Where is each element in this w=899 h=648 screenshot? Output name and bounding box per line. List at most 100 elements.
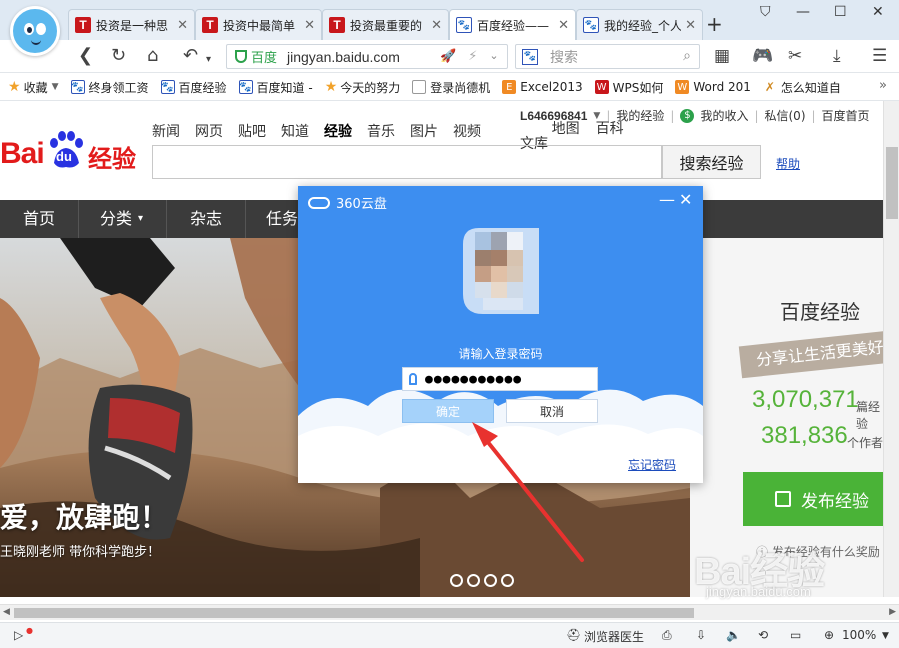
carousel-dot[interactable] (501, 574, 514, 587)
chevron-down-icon[interactable]: ⌄ (489, 49, 498, 64)
game-icon[interactable]: 🎮 (752, 46, 773, 66)
nav-link-baike[interactable]: 百科 (596, 122, 624, 137)
logo-bai-text: Bai (0, 137, 45, 170)
paw-icon: 🐾 (160, 80, 175, 94)
bookmark-item[interactable]: 🐾 百度经验 (160, 79, 227, 96)
scroll-thumb[interactable] (14, 608, 694, 618)
undo-icon[interactable]: ↶ (183, 45, 198, 67)
main-nav-category[interactable]: 分类 (100, 200, 132, 238)
tab-3[interactable]: T 投资最重要的 ✕ (322, 9, 449, 40)
tab-title: 投资最重要的 (350, 18, 423, 33)
scroll-right-icon[interactable]: ▶ (889, 605, 896, 620)
forgot-password-link[interactable]: 忘记密码 (628, 456, 676, 473)
main-nav-home[interactable]: 首页 (23, 200, 55, 238)
sound-icon[interactable]: 🔈 (726, 628, 741, 642)
nav-link-music[interactable]: 音乐 (367, 121, 395, 141)
bookmark-favorites[interactable]: ★ 收藏 ▼ (8, 79, 59, 96)
publish-experience-button[interactable]: 发布经验 (743, 472, 883, 526)
bookmark-item[interactable]: ★ 今天的努力 (325, 79, 401, 96)
scroll-thumb[interactable] (886, 147, 898, 219)
chevron-down-icon[interactable]: ▼ (882, 631, 889, 641)
main-nav-tasks[interactable]: 任务 (266, 200, 298, 238)
nav-link-images[interactable]: 图片 (410, 121, 438, 141)
rocket-icon[interactable]: 🚀 (440, 49, 456, 64)
minimize-icon[interactable]: — (659, 190, 675, 209)
nav-link-news[interactable]: 新闻 (152, 121, 180, 141)
close-icon[interactable]: ✕ (558, 18, 569, 33)
experience-search-input[interactable] (152, 145, 662, 179)
close-icon[interactable]: ✕ (177, 18, 188, 33)
tab-2[interactable]: T 投资中最简单 ✕ (195, 9, 322, 40)
browser-logo-icon[interactable] (10, 6, 60, 56)
sync-icon[interactable]: ⟲ (758, 628, 768, 642)
download-status-icon[interactable]: ⇩ (696, 628, 706, 642)
close-icon[interactable]: ✕ (685, 18, 696, 33)
browser-doctor-link[interactable]: 浏览器医生 (584, 628, 644, 645)
new-tab-plus-icon[interactable]: + (706, 12, 723, 36)
carousel-dot[interactable] (450, 574, 463, 587)
horizontal-scrollbar[interactable]: ◀ ▶ (0, 604, 899, 620)
back-icon[interactable]: ❮ (78, 45, 93, 67)
cleanup-icon[interactable]: ⎙ (662, 628, 672, 643)
help-link[interactable]: 帮助 (776, 155, 800, 172)
nav-link-jingyan[interactable]: 经验 (324, 121, 352, 141)
search-icon[interactable]: ⌕ (683, 48, 691, 64)
download-icon[interactable]: ⤓ (833, 46, 841, 66)
menu-icon[interactable]: ☰ (872, 46, 887, 66)
close-icon[interactable]: ✕ (304, 18, 315, 33)
screen-icon[interactable]: ▭ (790, 628, 801, 642)
my-income-link[interactable]: 我的收入 (700, 107, 748, 124)
vertical-scrollbar[interactable] (883, 101, 899, 597)
tab-1[interactable]: T 投资是一种思 ✕ (68, 9, 195, 40)
bookmark-item[interactable]: 🐾 百度知道 - (238, 79, 313, 96)
lightning-icon[interactable]: ⚡ (468, 49, 477, 64)
baidu-home-link[interactable]: 百度首页 (822, 107, 870, 124)
bookmark-label: WPS如何 (612, 80, 664, 95)
shirt-skin-icon[interactable]: ⛉ (760, 4, 771, 20)
baidu-jingyan-logo[interactable]: Bai du 经验 (0, 129, 140, 177)
separator: | (670, 108, 675, 123)
nav-link-tieba[interactable]: 贴吧 (238, 121, 266, 141)
minimize-icon[interactable]: — (796, 4, 810, 20)
close-window-icon[interactable]: ✕ (872, 4, 884, 20)
tab-5[interactable]: 🐾 我的经验_个人 ✕ (576, 9, 703, 40)
more-bookmarks-icon[interactable]: » (879, 78, 887, 93)
scroll-left-icon[interactable]: ◀ (3, 605, 10, 620)
notification-dot-icon: ● (26, 626, 33, 635)
bookmark-item[interactable]: W WPS如何 (594, 79, 664, 96)
sidebar-toggle-icon[interactable]: ▷ (14, 628, 23, 642)
maximize-icon[interactable]: ☐ (834, 4, 847, 20)
bookmark-item[interactable]: ✗ 怎么知道自 (762, 79, 841, 96)
bookmark-item[interactable]: 🐾 终身领工资 (70, 79, 149, 96)
nav-link-video[interactable]: 视频 (453, 121, 481, 141)
confirm-button[interactable]: 确定 (402, 399, 494, 423)
scissors-icon[interactable]: ✂ (788, 46, 802, 66)
carousel-dot[interactable] (467, 574, 480, 587)
cancel-button[interactable]: 取消 (506, 399, 598, 423)
apps-grid-icon[interactable]: ▦ (714, 46, 730, 66)
bookmark-item[interactable]: 登录尚德机 (412, 79, 490, 96)
chevron-down-icon[interactable]: ▾ (206, 49, 211, 71)
search-input[interactable]: 🐾 搜索 ⌕ (515, 44, 700, 69)
nav-link-zhidao[interactable]: 知道 (281, 121, 309, 141)
tab-4-active[interactable]: 🐾 百度经验—— ✕ (449, 9, 576, 40)
url-text[interactable]: jingyan.baidu.com (287, 49, 400, 65)
close-icon[interactable]: ✕ (679, 190, 692, 209)
chevron-down-icon[interactable]: ▼ (593, 111, 600, 121)
main-nav-magazine[interactable]: 杂志 (190, 200, 222, 238)
close-icon[interactable]: ✕ (431, 18, 442, 33)
zoom-icon[interactable]: ⊕ (824, 628, 834, 642)
password-input[interactable]: ●●●●●●●●●●● (402, 367, 598, 391)
carousel-dot[interactable] (484, 574, 497, 587)
home-icon[interactable]: ⌂ (147, 45, 158, 67)
zoom-level[interactable]: 100% (842, 628, 876, 642)
bookmark-item[interactable]: E Excel2013 (502, 80, 583, 94)
top-nav: 新闻 网页 贴吧 知道 经验 音乐 图片 视频 (152, 121, 481, 141)
bookmark-item[interactable]: W Word 201 (675, 80, 751, 94)
nav-link-web[interactable]: 网页 (195, 121, 223, 141)
refresh-icon[interactable]: ↻ (111, 45, 126, 67)
nav-link-map[interactable]: 地图 (552, 122, 580, 137)
messages-link[interactable]: 私信(0) (765, 107, 806, 124)
bookmark-label: Word 201 (693, 80, 751, 94)
search-experience-button[interactable]: 搜索经验 (662, 145, 761, 179)
